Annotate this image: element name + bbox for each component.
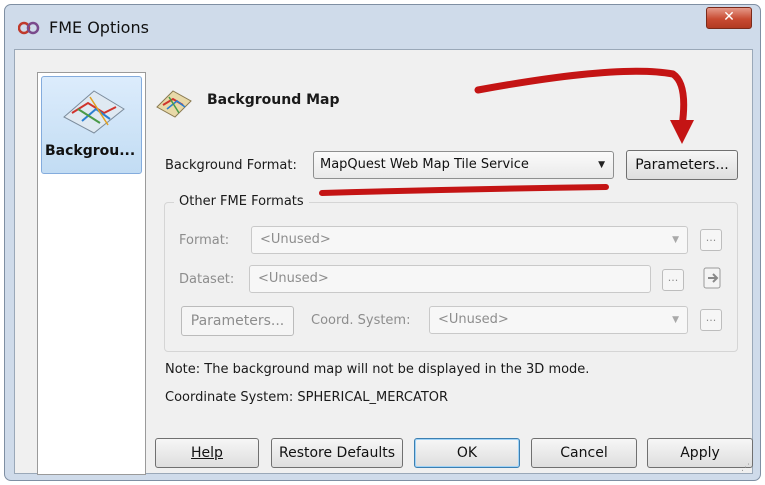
background-map-header-icon: [156, 90, 192, 118]
dataset-label: Dataset:: [179, 272, 235, 287]
restore-defaults-button[interactable]: Restore Defaults: [271, 438, 403, 468]
window-title: FME Options: [49, 18, 149, 37]
ok-button[interactable]: OK: [414, 438, 520, 468]
background-map-note: Note: The background map will not be dis…: [165, 362, 590, 377]
sidebar-item-label: Backgrou...: [45, 143, 136, 159]
coordinate-system-note: Coordinate System: SPHERICAL_MERCATOR: [165, 390, 449, 405]
fme-options-window: FME Options ✕ Backgrou... Background Map…: [4, 4, 761, 481]
help-label: Help: [191, 445, 223, 461]
coord-system-value: <Unused>: [438, 312, 509, 327]
map-icon: [63, 90, 125, 134]
coord-system-select[interactable]: <Unused> ▼: [429, 306, 688, 334]
other-fme-formats-title: Other FME Formats: [174, 194, 309, 209]
help-button[interactable]: Help: [155, 438, 259, 468]
dataset-browse-button[interactable]: ...: [662, 269, 684, 291]
dataset-file-icon[interactable]: [702, 266, 724, 290]
dropdown-arrow-icon: ▼: [672, 235, 679, 245]
options-category-list: Backgrou...: [37, 72, 146, 475]
background-parameters-button[interactable]: Parameters...: [626, 150, 738, 180]
close-icon: ✕: [723, 9, 735, 25]
format-browse-button[interactable]: ...: [700, 229, 722, 251]
cancel-button[interactable]: Cancel: [531, 438, 637, 468]
fme-app-icon: [18, 21, 40, 35]
dataset-field[interactable]: <Unused>: [249, 265, 651, 293]
format-value: <Unused>: [260, 232, 331, 247]
dataset-value: <Unused>: [258, 271, 329, 286]
dropdown-arrow-icon: ▼: [672, 315, 679, 325]
coord-system-browse-button[interactable]: ...: [700, 309, 722, 331]
format-select[interactable]: <Unused> ▼: [251, 226, 688, 254]
title-bar: FME Options ✕: [5, 5, 760, 49]
background-format-select[interactable]: MapQuest Web Map Tile Service ▼: [313, 151, 614, 179]
sidebar-item-background-map[interactable]: Backgrou...: [41, 76, 142, 174]
background-format-value: MapQuest Web Map Tile Service: [320, 157, 529, 172]
resize-grip-icon[interactable]: ⋰: [741, 463, 750, 473]
background-format-label: Background Format:: [165, 158, 297, 173]
format-label: Format:: [179, 233, 230, 248]
close-button[interactable]: ✕: [706, 7, 752, 29]
other-parameters-button[interactable]: Parameters...: [181, 306, 294, 336]
coord-system-label: Coord. System:: [311, 313, 411, 328]
dialog-client-area: Backgrou... Background Map Background Fo…: [14, 49, 753, 475]
section-title: Background Map: [207, 92, 340, 108]
apply-button[interactable]: Apply: [647, 438, 753, 468]
dropdown-arrow-icon: ▼: [598, 160, 605, 170]
